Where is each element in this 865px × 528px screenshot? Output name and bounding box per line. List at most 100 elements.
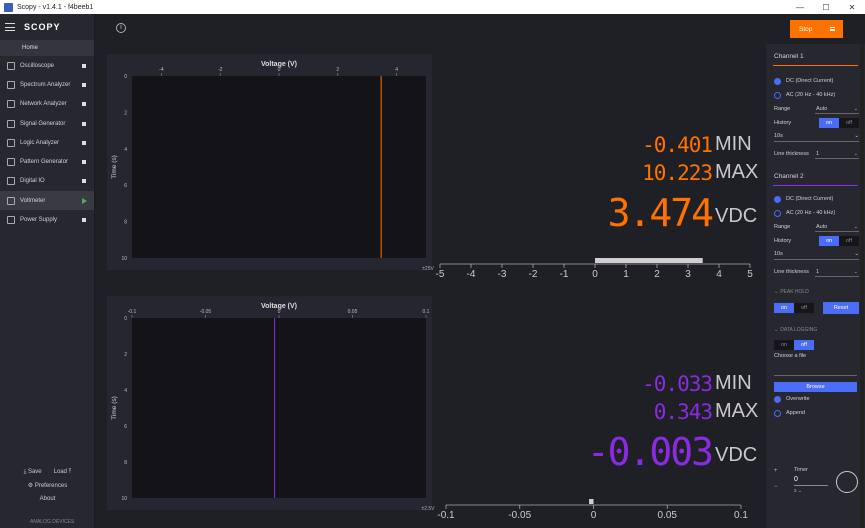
history-x-tick-label: 0.1	[423, 309, 430, 315]
bar-tick-label: -4	[467, 269, 476, 280]
ch1-history-toggle[interactable]: on off	[819, 118, 859, 128]
save-button[interactable]: ⤓ Save	[24, 469, 42, 476]
reset-button[interactable]: Reset	[823, 302, 859, 314]
bar-tick-label: 3	[685, 269, 691, 280]
hamburger-menu-icon[interactable]	[5, 23, 15, 31]
ch2-thickness-select[interactable]: 1 ⌄	[815, 267, 859, 277]
status-indicator	[82, 140, 86, 145]
ch2-ac-radio[interactable]: AC (20 Hz - 40 kHz)	[766, 206, 865, 220]
timer-increment-button[interactable]: +	[774, 468, 778, 474]
digital-io-icon	[7, 177, 15, 186]
status-indicator	[82, 82, 86, 87]
ch2-range-label: Range	[774, 224, 791, 230]
sidebar-item-oscilloscope[interactable]: Oscilloscope	[0, 56, 94, 75]
append-radio[interactable]: Append	[766, 406, 865, 420]
ch2-thickness-label: Line thickness	[774, 269, 809, 275]
history-y-tick-label: 4	[124, 388, 127, 394]
stop-button[interactable]: Stop	[790, 20, 843, 38]
sidebar-item-digital-io[interactable]: Digital IO	[0, 172, 94, 191]
ch2-dc-radio[interactable]: DC (Direct Current)	[766, 192, 865, 206]
peak-hold-toggle[interactable]: on off	[774, 303, 814, 313]
sidebar-item-signal-generator[interactable]: Signal Generator	[0, 114, 94, 133]
ch1-max-readout: 10.223	[642, 161, 713, 185]
voltmeter-icon	[7, 196, 15, 205]
sidebar-item-network-analyzer[interactable]: Network Analyzer	[0, 95, 94, 114]
sidebar-item-power-supply[interactable]: Power Supply	[0, 210, 94, 229]
history-scale-label: ±2.5V	[421, 506, 435, 512]
load-button[interactable]: Load ⤒	[54, 469, 72, 476]
sidebar-item-home[interactable]: Home	[0, 40, 94, 56]
bar-tick-label: 0.1	[734, 510, 748, 521]
history-scale-label: ±25V	[422, 266, 434, 272]
sidebar-item-label: Spectrum Analyzer	[20, 81, 71, 88]
ch1-history-select[interactable]: 10s ⌄	[774, 130, 859, 142]
network-analyzer-icon	[7, 100, 15, 109]
close-button[interactable]: ✕	[839, 3, 865, 12]
about-button[interactable]: About	[40, 496, 56, 502]
ch2-max-label: MAX	[715, 400, 759, 422]
ch2-value-readout: -0.003	[586, 430, 714, 474]
bar-tick-label: 1	[623, 269, 629, 280]
ch2-value-label: VDC	[715, 444, 758, 466]
history-x-tick-label: 2	[336, 67, 339, 73]
ch2-history-select[interactable]: 10s ⌄	[774, 248, 859, 260]
sidebar-item-label: Power Supply	[20, 217, 58, 224]
ch1-min-label: MIN	[715, 133, 752, 155]
sidebar-item-label: Digital IO	[20, 178, 45, 185]
data-logging-header[interactable]: ⌄ DATA LOGGING	[766, 323, 865, 337]
status-indicator	[82, 218, 86, 223]
window-title: Scopy - v1.4.1 - f4beeb1	[17, 3, 94, 11]
history-y-tick-label: 2	[124, 110, 127, 116]
sidebar-item-label: Oscilloscope	[20, 62, 55, 69]
bar-tick-label: -0.05	[508, 510, 531, 521]
sidebar-item-pattern-generator[interactable]: Pattern Generator	[0, 152, 94, 171]
browse-button[interactable]: Browse	[774, 382, 857, 392]
bar-tick-label: 0	[591, 510, 597, 521]
panel-scrollbar[interactable]	[860, 44, 864, 528]
history-plot-frame	[107, 296, 432, 510]
analog-devices-logo: ANALOG DEVICES	[30, 519, 75, 525]
history-y-tick-label: 10	[121, 496, 127, 502]
power-supply-icon	[7, 216, 15, 225]
ch1-value-readout: 3.474	[607, 191, 714, 235]
ch2-range-select[interactable]: Auto ⌄	[815, 222, 859, 232]
ch2-min-label: MIN	[715, 372, 752, 394]
sidebar-item-logic-analyzer[interactable]: Logic Analyzer	[0, 133, 94, 152]
sidebar-item-spectrum-analyzer[interactable]: Spectrum Analyzer	[0, 75, 94, 94]
ch1-range-select[interactable]: Auto ⌄	[815, 104, 859, 114]
history-y-tick-label: 6	[124, 183, 127, 189]
maximize-button[interactable]: ☐	[813, 3, 839, 12]
bar-tick-label: -1	[560, 269, 569, 280]
ch1-thickness-select[interactable]: 1 ⌄	[815, 149, 859, 159]
sidebar: SCOPY Home Oscilloscope Spectrum Analyzer…	[0, 14, 95, 528]
history-y-axis-label: Time (s)	[111, 396, 118, 420]
file-path-input[interactable]	[774, 366, 857, 376]
history-y-tick-label: 6	[124, 424, 127, 430]
timer-knob[interactable]	[836, 471, 858, 493]
status-indicator	[82, 179, 86, 184]
timer-decrement-button[interactable]: −	[774, 484, 778, 490]
history-x-axis-label: Voltage (V)	[261, 303, 297, 310]
ch2-history-toggle[interactable]: on off	[819, 236, 859, 246]
timer-unit-select[interactable]: s ⌄	[794, 488, 802, 494]
minimize-button[interactable]: —	[787, 3, 813, 12]
ch1-ac-radio[interactable]: AC (20 Hz - 40 kHz)	[766, 88, 865, 102]
sidebar-item-label: Network Analyzer	[20, 101, 67, 108]
ch1-min-readout: -0.401	[642, 133, 713, 157]
data-logging-toggle[interactable]: on off	[774, 340, 814, 350]
ch1-dc-radio[interactable]: DC (Direct Current)	[766, 74, 865, 88]
history-x-tick-label: -4	[159, 67, 164, 73]
value-bar	[589, 499, 594, 504]
preferences-button[interactable]: ⚙ Preferences	[28, 482, 67, 489]
sidebar-item-label: Voltmeter	[20, 197, 46, 204]
history-y-tick-label: 8	[124, 220, 127, 226]
history-plot-area	[132, 76, 426, 258]
timer-input[interactable]: 0	[794, 476, 828, 486]
info-icon[interactable]: i	[116, 23, 126, 33]
overwrite-radio[interactable]: Overwrite	[766, 392, 865, 406]
peak-hold-header[interactable]: ⌄ PEAK HOLD	[766, 285, 865, 299]
sidebar-item-label: Logic Analyzer	[20, 139, 60, 146]
history-x-tick-label: 4	[395, 67, 398, 73]
sidebar-item-voltmeter[interactable]: Voltmeter	[0, 191, 94, 211]
history-y-tick-label: 4	[124, 147, 127, 153]
